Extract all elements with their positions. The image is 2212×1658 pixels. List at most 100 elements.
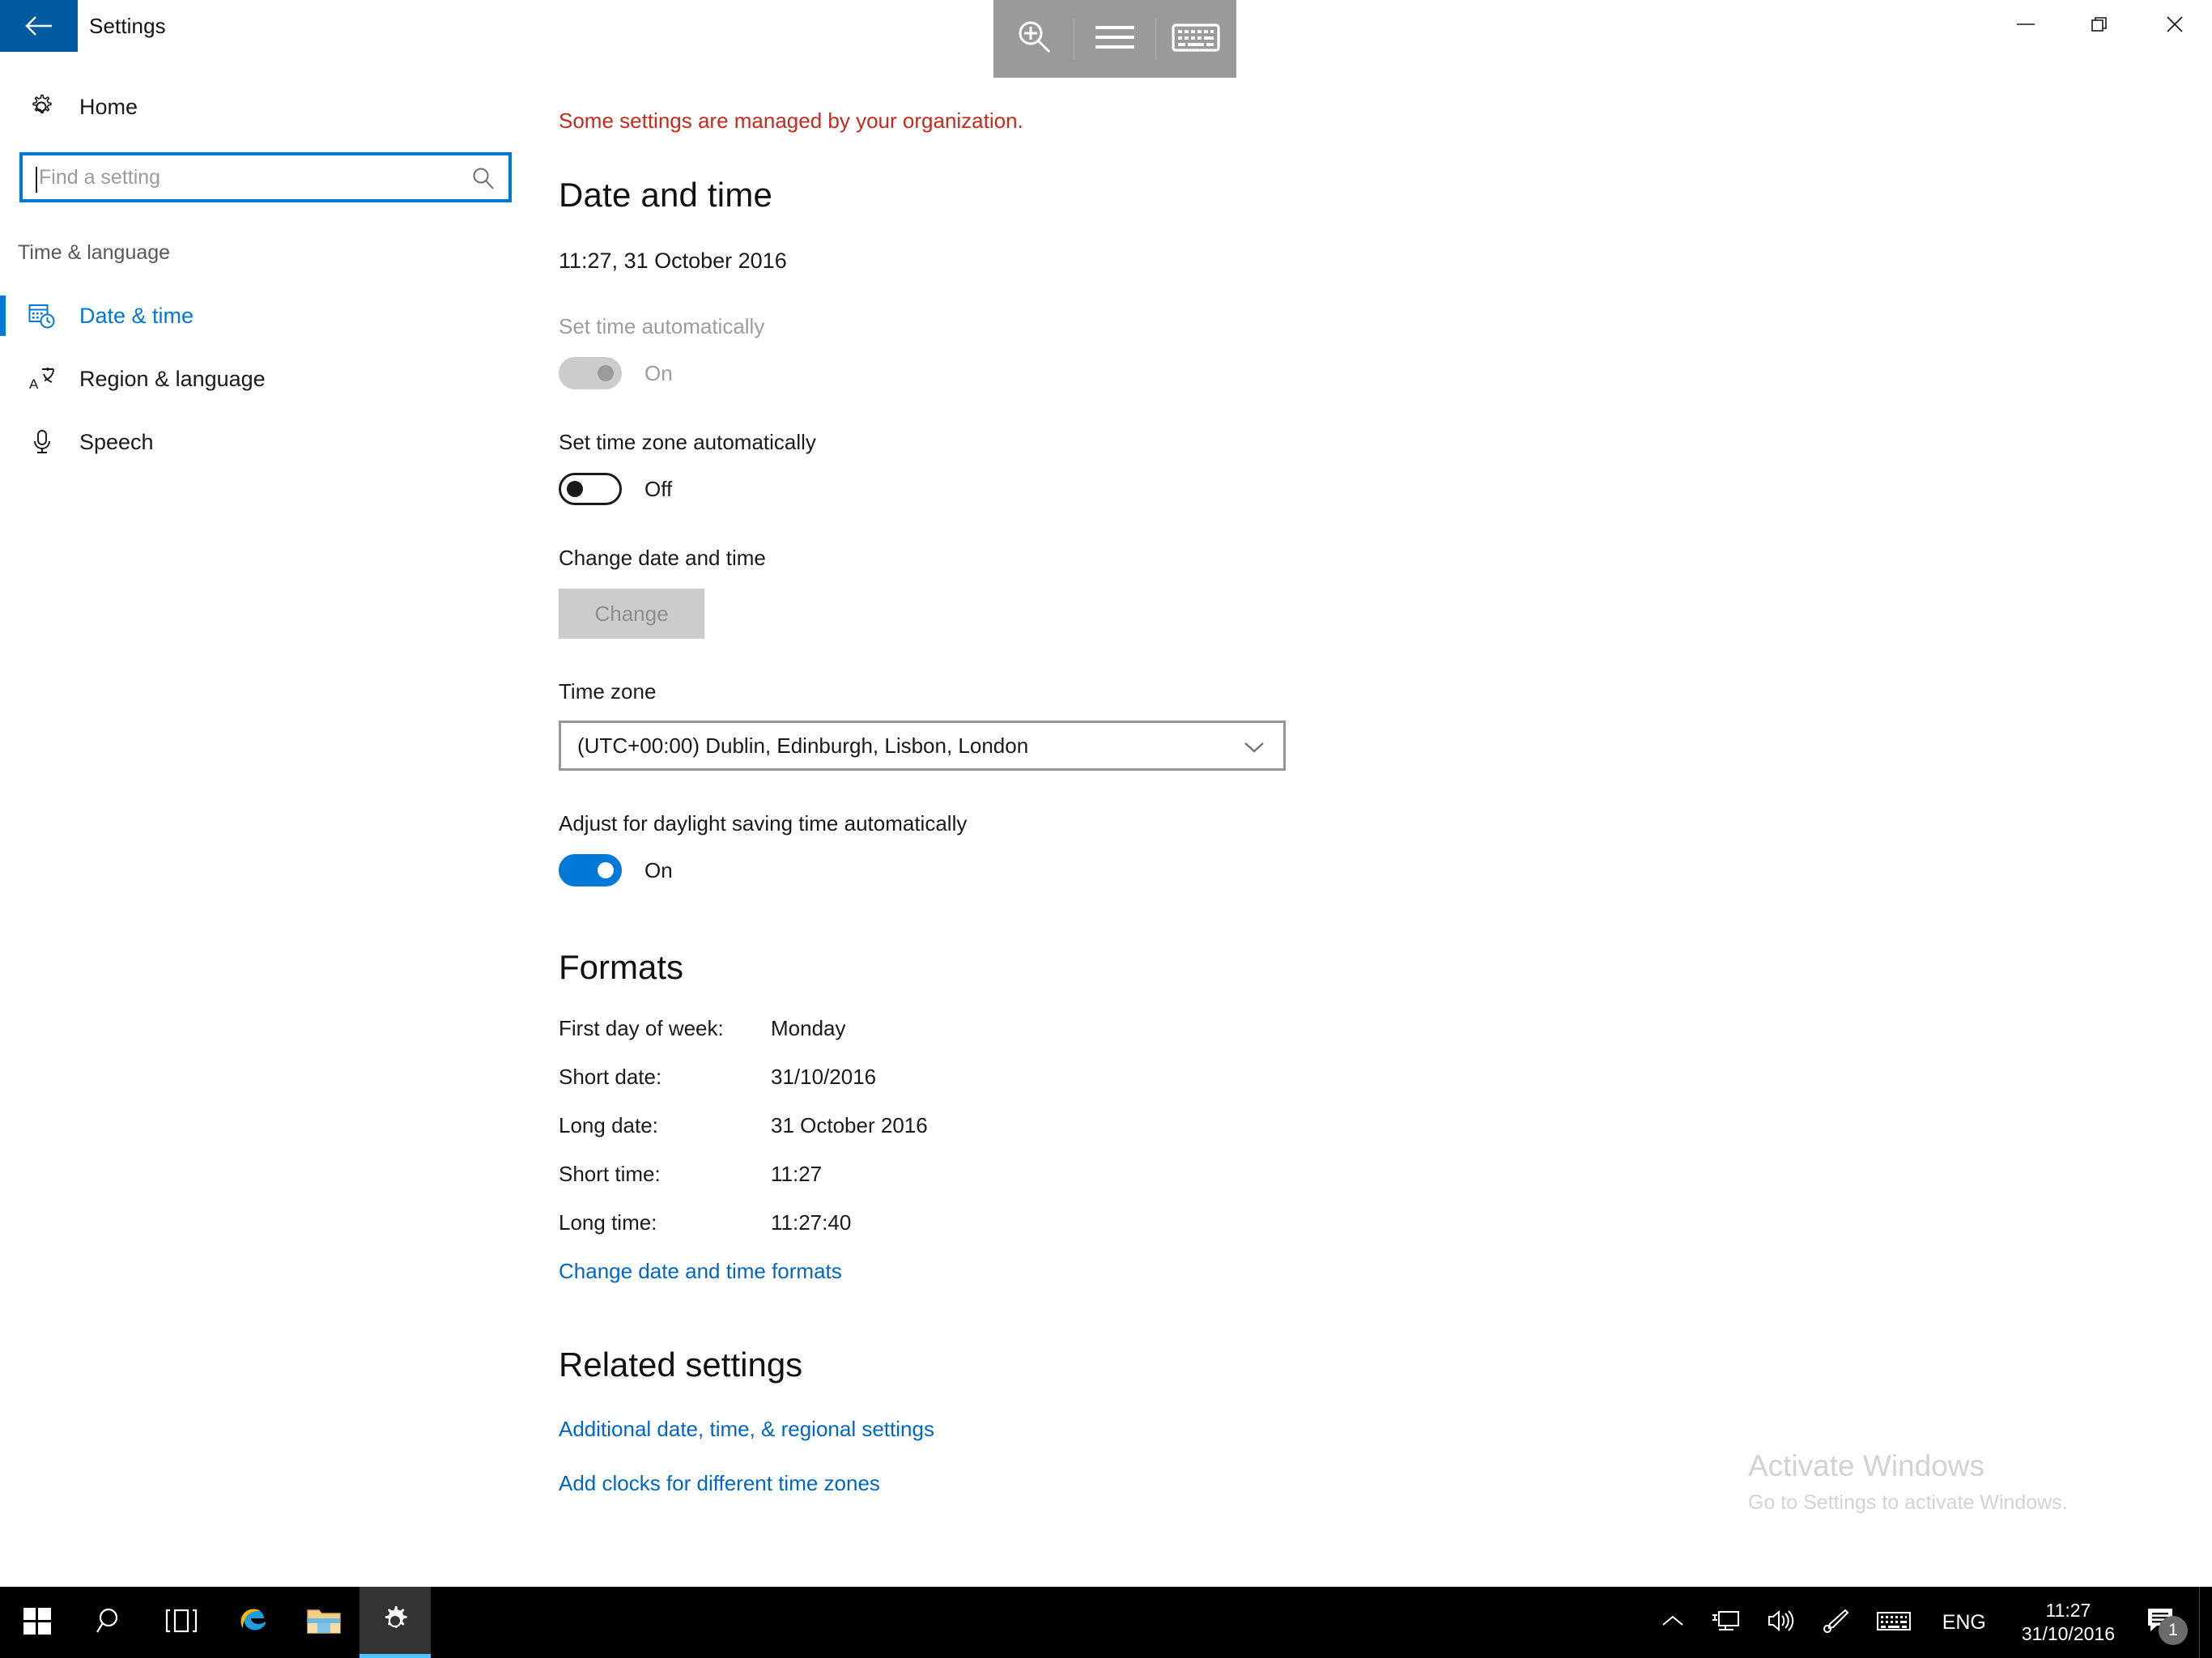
format-value: 31 October 2016 <box>771 1113 928 1137</box>
sidebar-item-speech[interactable]: Speech <box>0 410 559 474</box>
taskbar: ENG 11:27 31/10/2016 1 <box>0 1587 2212 1658</box>
set-time-automatically-label: Set time automatically <box>559 314 765 338</box>
change-date-time-formats-link[interactable]: Change date and time formats <box>559 1259 842 1284</box>
back-button[interactable] <box>0 0 78 52</box>
toggle-knob <box>598 862 614 878</box>
taskbar-item-file-explorer[interactable] <box>288 1587 359 1658</box>
format-key: Short time: <box>559 1162 661 1186</box>
add-clocks-link[interactable]: Add clocks for different time zones <box>559 1471 880 1496</box>
search-icon <box>95 1605 125 1640</box>
sidebar-item-label: Speech <box>79 429 154 454</box>
search-icon[interactable] <box>470 165 497 197</box>
edge-icon <box>235 1603 270 1643</box>
table-row: First day of week: Monday <box>559 1016 928 1065</box>
close-icon <box>2164 14 2185 39</box>
dst-state: On <box>644 857 673 882</box>
search-input[interactable] <box>39 156 460 198</box>
app-title: Settings <box>89 13 166 38</box>
set-time-automatically-toggle <box>559 357 622 389</box>
chevron-up-icon <box>1661 1612 1685 1634</box>
dst-label: Adjust for daylight saving time automati… <box>559 811 968 835</box>
minimize-icon <box>2015 19 2036 34</box>
set-time-automatically-row: On <box>559 357 2212 389</box>
current-datetime-value: 11:27, 31 October 2016 <box>559 249 787 273</box>
timezone-dropdown[interactable]: (UTC+00:00) Dublin, Edinburgh, Lisbon, L… <box>559 721 1286 771</box>
hamburger-menu-icon <box>1092 23 1138 56</box>
text-caret <box>36 167 37 193</box>
onscreen-keyboard-button[interactable] <box>1156 0 1236 78</box>
format-value: 11:27:40 <box>771 1210 852 1235</box>
selection-indicator <box>0 295 6 336</box>
change-button: Change <box>559 589 704 639</box>
volume-icon <box>1766 1608 1795 1638</box>
sidebar-nav-list: Date & time A Region & language Speech <box>0 284 559 474</box>
start-button[interactable] <box>0 1587 74 1658</box>
close-button[interactable] <box>2138 0 2212 52</box>
change-date-time-label: Change date and time <box>559 546 766 570</box>
sidebar-home-label: Home <box>79 94 138 119</box>
format-key: Long time: <box>559 1210 657 1235</box>
set-timezone-automatically-row: Off <box>559 473 2212 505</box>
keyboard-icon <box>1876 1609 1912 1637</box>
set-timezone-automatically-label: Set time zone automatically <box>559 430 816 454</box>
volume-button[interactable] <box>1753 1587 1808 1658</box>
toggle-knob <box>598 365 614 381</box>
set-time-automatically-state: On <box>644 360 673 385</box>
taskbar-search-button[interactable] <box>74 1587 146 1658</box>
task-view-icon <box>164 1607 199 1639</box>
show-hidden-icons-button[interactable] <box>1648 1587 1698 1658</box>
action-center-badge: 1 <box>2159 1616 2188 1645</box>
menu-button[interactable] <box>1074 0 1155 78</box>
format-value: Monday <box>771 1016 846 1040</box>
format-key: Long date: <box>559 1113 658 1137</box>
table-row: Long time: 11:27:40 <box>559 1210 928 1259</box>
table-row: Short date: 31/10/2016 <box>559 1065 928 1113</box>
system-tray: ENG 11:27 31/10/2016 1 <box>1648 1587 2212 1658</box>
managed-by-organization-notice: Some settings are managed by your organi… <box>559 108 1023 133</box>
language-indicator[interactable]: ENG <box>1925 1611 2004 1635</box>
sidebar-item-date-time[interactable]: Date & time <box>0 284 559 347</box>
show-desktop-button[interactable] <box>2199 1587 2212 1658</box>
sidebar-item-region-language[interactable]: A Region & language <box>0 347 559 410</box>
minimize-button[interactable] <box>1989 0 2063 52</box>
touch-keyboard-button[interactable] <box>1863 1587 1925 1658</box>
keyboard-icon <box>1172 20 1220 58</box>
sidebar-category-label: Time & language <box>18 241 171 264</box>
gear-icon <box>24 93 58 121</box>
sidebar-item-label: Date & time <box>79 303 194 328</box>
accessibility-toolbar <box>993 0 1236 78</box>
set-timezone-automatically-state: Off <box>644 476 673 501</box>
window-controls <box>1989 0 2212 52</box>
taskbar-item-settings[interactable] <box>359 1587 431 1658</box>
timezone-selected-value: (UTC+00:00) Dublin, Edinburgh, Lisbon, L… <box>577 733 1029 758</box>
windows-ink-button[interactable] <box>1808 1587 1863 1658</box>
language-icon: A <box>24 364 60 393</box>
sidebar-item-label: Region & language <box>79 366 266 391</box>
set-timezone-automatically-toggle[interactable] <box>559 473 622 505</box>
network-button[interactable] <box>1698 1587 1753 1658</box>
microphone-icon <box>24 427 60 457</box>
taskbar-item-edge[interactable] <box>217 1587 288 1658</box>
search-box[interactable] <box>19 152 512 202</box>
main-content: Some settings are managed by your organi… <box>559 52 2212 1606</box>
table-row: Long date: 31 October 2016 <box>559 1113 928 1162</box>
magnifier-button[interactable] <box>993 0 1074 78</box>
format-value: 31/10/2016 <box>771 1065 877 1089</box>
clock-time: 11:27 <box>2045 1600 2091 1622</box>
additional-regional-settings-link[interactable]: Additional date, time, & regional settin… <box>559 1417 934 1442</box>
folder-icon <box>306 1605 342 1640</box>
related-settings-heading: Related settings <box>559 1346 803 1384</box>
network-icon <box>1711 1608 1740 1638</box>
task-view-button[interactable] <box>146 1587 217 1658</box>
svg-text:A: A <box>29 376 39 392</box>
maximize-button[interactable] <box>2063 0 2138 52</box>
sidebar-item-home[interactable]: Home <box>0 78 559 136</box>
dst-toggle[interactable] <box>559 854 622 886</box>
back-arrow-icon <box>24 14 53 38</box>
restore-icon <box>2090 15 2111 38</box>
sidebar: Home Time & language <box>0 52 559 1606</box>
windows-logo-icon <box>22 1605 53 1640</box>
format-key: First day of week: <box>559 1016 724 1040</box>
taskbar-clock[interactable]: 11:27 31/10/2016 <box>2004 1599 2133 1646</box>
action-center-button[interactable]: 1 <box>2133 1587 2199 1658</box>
